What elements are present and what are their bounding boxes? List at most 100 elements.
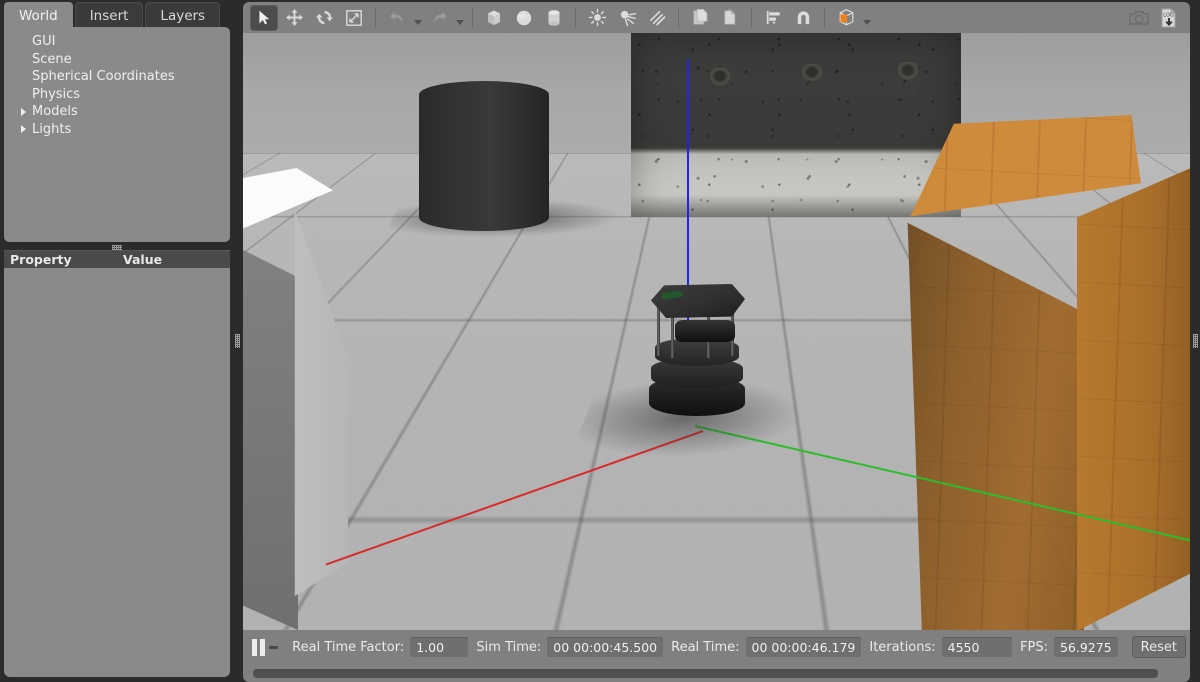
right-vertical-splitter[interactable] bbox=[1190, 0, 1200, 682]
log-record-button[interactable]: LOG bbox=[1155, 5, 1183, 31]
wooden-box-right-face bbox=[1077, 161, 1190, 630]
svg-text:LOG: LOG bbox=[1163, 12, 1174, 18]
barrier-bolt bbox=[801, 64, 823, 82]
fps-value: 56.9275 bbox=[1053, 637, 1118, 657]
tab-layers[interactable]: Layers bbox=[145, 2, 221, 28]
splitter-grip-icon bbox=[1192, 334, 1198, 348]
tree-item-gui-label: GUI bbox=[32, 34, 56, 50]
redo-history-dropdown[interactable] bbox=[454, 5, 466, 31]
chevron-down-icon bbox=[456, 19, 464, 25]
reset-button[interactable]: Reset bbox=[1131, 636, 1186, 658]
barrier-bolt bbox=[897, 62, 919, 80]
tree-item-models[interactable]: Models bbox=[4, 103, 230, 121]
render-viewport[interactable] bbox=[243, 33, 1190, 630]
white-box[interactable] bbox=[243, 168, 383, 630]
step-button[interactable] bbox=[267, 634, 280, 660]
insert-point-light-button[interactable] bbox=[583, 5, 611, 31]
turtlebot-robot[interactable] bbox=[568, 278, 822, 458]
main-toolbar: LOG bbox=[243, 2, 1190, 33]
tree-item-spherical-coordinates[interactable]: Spherical Coordinates bbox=[4, 68, 230, 86]
toolbar-separator bbox=[375, 7, 376, 28]
redo-button[interactable] bbox=[425, 5, 453, 31]
insert-cylinder-button[interactable] bbox=[540, 5, 568, 31]
tree-item-lights[interactable]: Lights bbox=[4, 121, 230, 139]
step-icon bbox=[268, 645, 278, 649]
left-vertical-splitter[interactable] bbox=[232, 0, 242, 682]
toolbar-separator bbox=[751, 7, 752, 28]
tree-item-scene[interactable]: Scene bbox=[4, 51, 230, 69]
orange-cube-icon bbox=[836, 7, 857, 28]
white-box-top-face bbox=[243, 168, 333, 230]
chevron-down-icon bbox=[414, 19, 422, 25]
pause-button[interactable] bbox=[251, 634, 267, 660]
wooden-box[interactable] bbox=[901, 115, 1190, 630]
tree-item-physics-label: Physics bbox=[32, 86, 81, 102]
undo-history-dropdown[interactable] bbox=[412, 5, 424, 31]
value-column-header[interactable]: Value bbox=[117, 252, 230, 267]
undo-button[interactable] bbox=[383, 5, 411, 31]
tree-item-physics[interactable]: Physics bbox=[4, 86, 230, 104]
toolbar-separator bbox=[472, 7, 473, 28]
align-icon bbox=[764, 8, 783, 27]
left-panel: World Insert Layers GUI Scene Spherical … bbox=[0, 0, 234, 682]
copy-icon bbox=[691, 8, 710, 27]
translate-mode-button[interactable] bbox=[280, 5, 308, 31]
copy-button[interactable] bbox=[686, 5, 714, 31]
insert-spot-light-button[interactable] bbox=[613, 5, 641, 31]
dark-cylinder[interactable] bbox=[419, 81, 549, 231]
wooden-box-front-face bbox=[907, 222, 1084, 630]
world-tree: GUI Scene Spherical Coordinates Physics … bbox=[4, 27, 230, 242]
tree-item-gui[interactable]: GUI bbox=[4, 33, 230, 51]
toolbar-separator bbox=[575, 7, 576, 28]
rotate-mode-button[interactable] bbox=[310, 5, 338, 31]
splitter-grip-icon bbox=[112, 244, 122, 250]
tab-insert[interactable]: Insert bbox=[74, 2, 144, 28]
property-column-header[interactable]: Property bbox=[4, 252, 117, 267]
insert-sphere-button[interactable] bbox=[510, 5, 538, 31]
tab-world[interactable]: World bbox=[4, 2, 73, 28]
tab-world-label: World bbox=[19, 7, 58, 24]
view-mode-button[interactable] bbox=[832, 5, 860, 31]
left-panel-tab-bar: World Insert Layers bbox=[4, 2, 221, 28]
undo-arrow-icon bbox=[388, 8, 407, 27]
property-table-body[interactable] bbox=[4, 268, 230, 660]
splitter-grip-icon bbox=[234, 334, 240, 348]
horizontal-scrollbar[interactable] bbox=[243, 664, 1190, 682]
view-mode-dropdown[interactable] bbox=[861, 5, 873, 31]
spot-light-icon bbox=[618, 8, 637, 27]
white-box-left-face bbox=[243, 200, 298, 630]
fps-label: FPS: bbox=[1020, 639, 1048, 655]
tree-item-scene-label: Scene bbox=[32, 51, 72, 67]
cylinder-icon bbox=[544, 8, 564, 28]
toolbar-separator bbox=[678, 7, 679, 28]
real-time-value: 00 00:00:46.179 bbox=[745, 637, 862, 657]
scrollbar-thumb[interactable] bbox=[253, 668, 1158, 678]
magnet-icon bbox=[794, 8, 813, 27]
snap-button[interactable] bbox=[789, 5, 817, 31]
robot-top-plate bbox=[651, 284, 745, 318]
chevron-right-icon[interactable] bbox=[16, 122, 30, 136]
sim-time-value: 00 00:00:45.500 bbox=[547, 637, 664, 657]
real-time-factor-label: Real Time Factor: bbox=[292, 639, 405, 655]
simulation-status-bar: Real Time Factor: 1.00 Sim Time: 00 00:0… bbox=[243, 630, 1190, 664]
redo-arrow-icon bbox=[430, 8, 449, 27]
scale-mode-button[interactable] bbox=[340, 5, 368, 31]
tree-item-models-label: Models bbox=[32, 104, 78, 120]
cube-icon bbox=[484, 8, 504, 28]
sim-time-label: Sim Time: bbox=[476, 639, 542, 655]
log-download-icon: LOG bbox=[1158, 7, 1180, 29]
select-mode-button[interactable] bbox=[250, 4, 278, 31]
align-button[interactable] bbox=[759, 5, 787, 31]
tree-item-spherical-coordinates-label: Spherical Coordinates bbox=[32, 69, 175, 85]
barrier-bolt bbox=[709, 68, 731, 86]
move-arrows-icon bbox=[285, 8, 304, 27]
chevron-right-icon[interactable] bbox=[16, 105, 30, 119]
insert-box-button[interactable] bbox=[480, 5, 508, 31]
tree-item-lights-label: Lights bbox=[32, 121, 72, 137]
screenshot-button[interactable] bbox=[1125, 5, 1153, 31]
wood-grain-texture bbox=[1077, 161, 1190, 630]
pause-icon bbox=[252, 638, 258, 656]
paste-button[interactable] bbox=[716, 5, 744, 31]
left-panel-footer bbox=[4, 655, 230, 677]
insert-directional-light-button[interactable] bbox=[643, 5, 671, 31]
